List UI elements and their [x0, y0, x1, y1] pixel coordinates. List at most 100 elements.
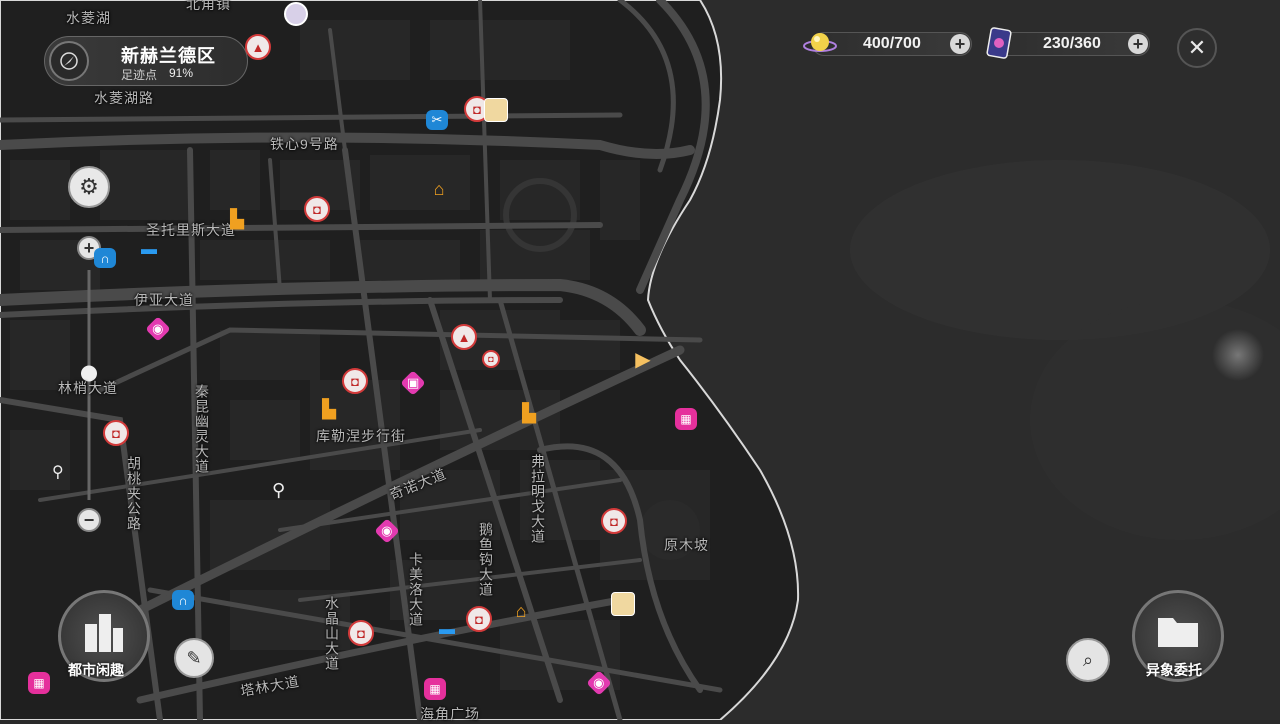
building-marker[interactable]: ▙	[224, 206, 250, 232]
portal-icon: ∩	[100, 250, 110, 266]
stamina-value: 400/700	[863, 35, 921, 52]
label-tiexin-road: 铁心9号路	[270, 136, 339, 152]
checkered-flag-icon: ▦	[33, 676, 45, 690]
shop-marker[interactable]: ◘	[466, 606, 492, 632]
rocket-icon: ▲	[251, 39, 265, 55]
home-marker[interactable]: ⌂	[426, 176, 452, 202]
race-marker[interactable]: ▦	[424, 678, 446, 700]
rocket-icon: ▲	[457, 329, 471, 345]
add-stamina-button[interactable]: +	[950, 34, 970, 54]
pushpin-icon: ⚲	[272, 480, 286, 500]
race-marker[interactable]: ▦	[28, 672, 50, 694]
shop-icon: ◘	[473, 101, 481, 117]
label-yuanmu-slope: 原木坡	[664, 537, 709, 553]
package-box-icon[interactable]	[611, 592, 635, 616]
label-shuijing-ave: 水晶山大道	[324, 596, 340, 671]
portal-marker[interactable]: ∩	[172, 590, 194, 610]
card-pack-icon	[985, 27, 1013, 59]
label-kuleni-street: 库勒涅步行街	[316, 428, 406, 444]
mask-icon: ◉	[381, 523, 393, 538]
plus-icon: +	[83, 237, 95, 258]
checkered-flag-icon: ▦	[680, 412, 692, 426]
label-lin-ave: 林梢大道	[58, 380, 118, 396]
light-glow	[1212, 329, 1264, 381]
character-avatar-marker[interactable]	[284, 2, 308, 26]
shop-icon: ◘	[112, 425, 120, 441]
region-panel[interactable]: 新赫兰德区 足迹点 91%	[44, 36, 248, 86]
compass-icon[interactable]	[49, 41, 89, 81]
label-huli-road: 胡桃夹公路	[126, 456, 142, 531]
cards-bar: 230/360	[992, 32, 1150, 56]
progress-label: 足迹点	[121, 68, 158, 82]
close-button[interactable]: ✕	[1177, 28, 1217, 68]
wrench-icon: ✂	[431, 112, 443, 127]
map-search-icon: ⌕	[1082, 649, 1094, 670]
bank-marker[interactable]: ⌂	[508, 598, 534, 624]
shop-marker[interactable]: ◘	[103, 420, 129, 446]
folder-icon	[1158, 618, 1198, 647]
car-icon: ▬	[141, 241, 157, 258]
shop-marker[interactable]: ◘	[342, 368, 368, 394]
building-marker[interactable]: ▙	[516, 400, 542, 426]
notes-button[interactable]: ✎	[174, 638, 214, 678]
label-kamei-ave: 卡美洛大道	[408, 552, 424, 627]
label-fulami-ave: 弗拉明戈大道	[530, 454, 546, 544]
anomaly-commission-label: 异象委托	[1146, 662, 1202, 678]
cards-value: 230/360	[1043, 35, 1101, 52]
label-haijiao-plaza: 海角广场	[420, 706, 480, 722]
shop-marker[interactable]: ◘	[348, 620, 374, 646]
mask-icon: ◉	[152, 321, 164, 336]
shop-icon: ◘	[351, 373, 359, 389]
label-santoris-ave: 圣托里斯大道	[146, 222, 236, 238]
package-box-icon[interactable]	[484, 98, 508, 122]
progress-value: 91%	[169, 66, 194, 80]
car-marker[interactable]: ▬	[436, 620, 458, 640]
event-icon: ◉	[593, 675, 605, 690]
event-icon: ▣	[406, 374, 420, 390]
portal-marker[interactable]: ∩	[94, 248, 116, 268]
gear-icon: ⚙	[79, 174, 99, 199]
small-shop-marker[interactable]: ◘	[482, 350, 500, 368]
portal-icon: ∩	[178, 592, 188, 608]
region-name: 新赫兰德区	[121, 46, 216, 66]
notes-icon: ✎	[186, 647, 202, 668]
shop-icon: ◘	[488, 354, 494, 364]
race-marker[interactable]: ▦	[675, 408, 697, 430]
building-icon: ▙	[522, 402, 536, 423]
shop-icon: ◘	[357, 625, 365, 641]
bank-icon: ⌂	[515, 600, 527, 621]
map-marker-rally[interactable]: ▲	[245, 34, 271, 60]
pin-marker[interactable]: ⚲	[272, 480, 285, 501]
close-icon: ✕	[1187, 35, 1207, 60]
settings-button[interactable]: ⚙	[68, 166, 110, 208]
map-marker-rally[interactable]: ▲	[451, 324, 477, 350]
city-buildings-icon	[85, 614, 123, 652]
shop-icon: ◘	[313, 201, 321, 217]
label-shuiling-lake: 水菱湖	[66, 10, 111, 26]
label-luyu-ave: 鹅鱼钩大道	[478, 522, 494, 597]
building-icon: ▙	[322, 398, 336, 419]
shop-icon: ◘	[475, 611, 483, 627]
zoom-out-button[interactable]: −	[77, 508, 101, 532]
label-shuiling-road: 水菱湖路	[94, 90, 154, 106]
pushpin-icon: ⚲	[52, 464, 64, 481]
minus-icon: −	[83, 509, 95, 530]
car-marker[interactable]: ▬	[138, 240, 160, 260]
player-arrow-icon: ▶	[635, 348, 651, 371]
house-icon: ⌂	[433, 178, 445, 199]
label-sechang-ave: 秦昆幽灵大道	[194, 384, 210, 474]
shop-marker[interactable]: ◘	[304, 196, 330, 222]
building-icon: ▙	[230, 208, 244, 229]
checkered-flag-icon: ▦	[429, 682, 441, 696]
shop-marker[interactable]: ◘	[601, 508, 627, 534]
add-cards-button[interactable]: +	[1128, 34, 1148, 54]
pin-marker[interactable]: ⚲	[52, 462, 64, 482]
label-north-town: 北角镇	[186, 0, 231, 12]
city-fun-label: 都市闲趣	[68, 662, 124, 678]
car-icon: ▬	[439, 621, 455, 638]
map-search-button[interactable]: ⌕	[1066, 638, 1110, 682]
building-marker[interactable]: ▙	[316, 396, 342, 422]
tool-shop-marker[interactable]: ✂	[426, 110, 448, 130]
label-yia-ave: 伊亚大道	[134, 292, 194, 308]
stamina-orb-icon	[803, 28, 837, 58]
